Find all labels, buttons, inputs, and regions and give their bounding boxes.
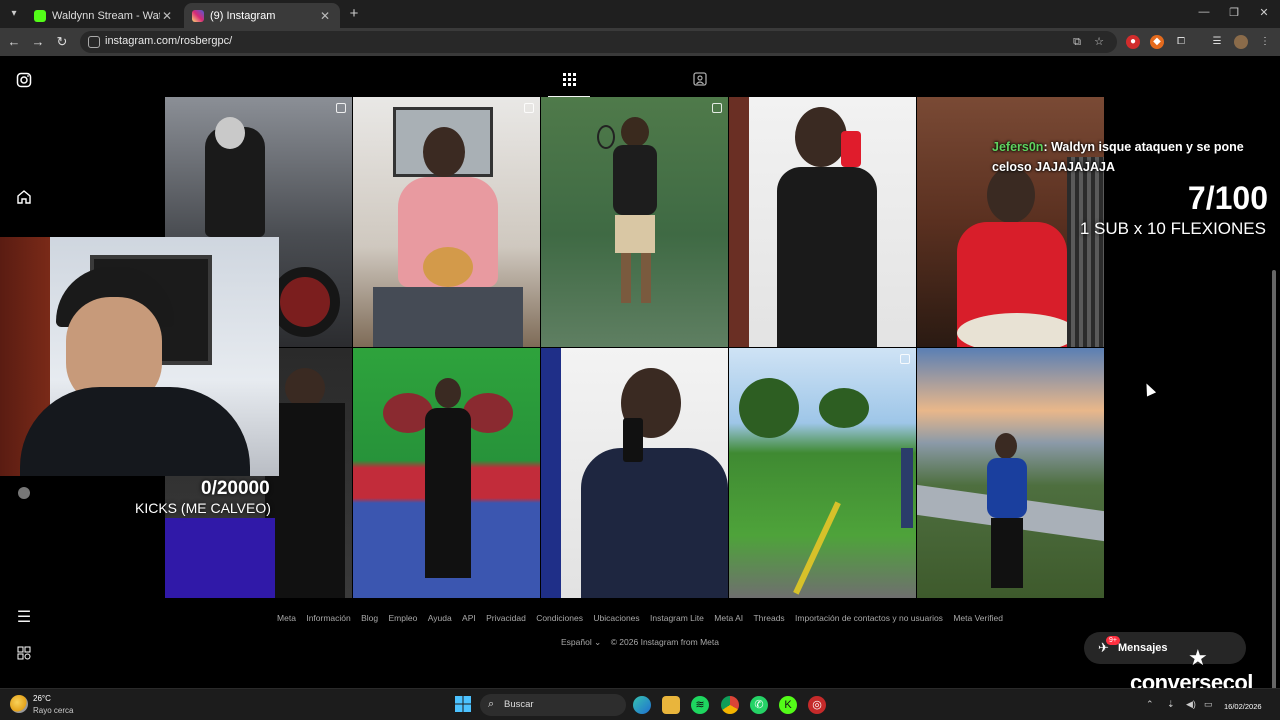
footer-link[interactable]: Ubicaciones xyxy=(593,613,639,623)
profile-avatar-icon[interactable] xyxy=(14,486,34,506)
instagram-logo-icon[interactable] xyxy=(14,72,34,92)
post-pink-shirt-cat[interactable] xyxy=(353,97,540,347)
network-icon[interactable]: ⇣ xyxy=(1167,699,1175,710)
weather-icon[interactable] xyxy=(10,695,28,713)
footer-link[interactable]: Privacidad xyxy=(486,613,526,623)
file-explorer-icon[interactable] xyxy=(662,696,680,714)
sub-goal-label: 1 SUB x 10 FLEXIONES xyxy=(1079,219,1266,238)
taskbar-date[interactable]: 16/02/2026 xyxy=(1224,702,1262,711)
site-info-icon[interactable] xyxy=(88,36,100,48)
extension-red-icon[interactable]: ● xyxy=(1126,35,1140,49)
taskbar-search[interactable]: ⌕ Buscar xyxy=(480,694,626,716)
posts-grid xyxy=(165,97,1104,598)
tab-title: (9) Instagram xyxy=(210,9,276,22)
footer-link[interactable]: Blog xyxy=(361,613,378,623)
carousel-icon xyxy=(524,103,534,113)
brand-star-icon: ★ xyxy=(1188,645,1208,670)
post-mirror-selfie[interactable] xyxy=(729,97,916,347)
bookmark-star-icon[interactable]: ☆ xyxy=(1092,35,1106,49)
scrollbar-thumb[interactable] xyxy=(1272,270,1276,720)
tab-instagram[interactable]: (9) Instagram ✕ xyxy=(184,3,340,28)
instagram-favicon-icon xyxy=(192,9,204,22)
mouse-cursor-icon xyxy=(1141,381,1157,397)
home-icon[interactable] xyxy=(14,189,34,209)
back-icon[interactable]: ← xyxy=(6,34,22,50)
browser-toolbar: ← → ↻ instagram.com/rosbergpc/ ⧉ ☆ ● ◆ ⧠… xyxy=(0,28,1280,56)
sub-goal-counter: 7/100 xyxy=(1187,180,1268,216)
whatsapp-icon[interactable]: ✆ xyxy=(750,696,768,714)
footer-link[interactable]: Meta xyxy=(277,613,296,623)
tagged-tab-icon[interactable] xyxy=(690,72,710,92)
chrome-icon[interactable] xyxy=(721,696,739,714)
battery-icon[interactable]: ▭ xyxy=(1204,699,1213,710)
chevron-down-icon[interactable]: ⌄ xyxy=(594,637,608,647)
tab-title: Waldynn Stream - Watch Live o xyxy=(52,9,160,22)
tray-chevron-icon[interactable]: ⌃ xyxy=(1146,699,1154,710)
minimize-icon[interactable]: — xyxy=(1194,6,1214,18)
browser-tab-bar: ▾ Waldynn Stream - Watch Live o ✕ (9) In… xyxy=(0,0,1280,28)
close-tab-icon[interactable]: ✕ xyxy=(318,9,332,23)
chat-overlay: Jefers0n: Waldyn isque ataquen y se pone… xyxy=(992,137,1262,177)
also-from-meta-icon[interactable] xyxy=(14,646,34,666)
search-placeholder: Buscar xyxy=(504,699,534,710)
post-inflatable[interactable] xyxy=(353,348,540,598)
start-windows-icon[interactable] xyxy=(454,696,472,714)
new-tab-icon[interactable]: + xyxy=(346,6,362,22)
carousel-icon xyxy=(712,103,722,113)
weather-description[interactable]: Rayo cerca xyxy=(33,706,73,715)
weather-temperature[interactable]: 26°C xyxy=(33,694,51,703)
footer-link[interactable]: Condiciones xyxy=(536,613,583,623)
address-bar[interactable]: instagram.com/rosbergpc/ ⧉ ☆ xyxy=(80,31,1117,53)
volume-icon[interactable]: ◀) xyxy=(1186,699,1196,710)
restore-icon[interactable]: ❐ xyxy=(1224,6,1244,19)
page-scrollbar[interactable] xyxy=(1270,60,1278,720)
language-select[interactable]: Español xyxy=(561,637,592,647)
extension-orange-icon[interactable]: ◆ xyxy=(1150,35,1164,49)
edge-icon[interactable] xyxy=(633,696,651,714)
app-icon[interactable]: ◎ xyxy=(808,696,826,714)
streamer-webcam xyxy=(0,237,279,476)
posts-grid-tab-icon[interactable] xyxy=(559,72,579,92)
more-menu-icon[interactable]: ⋮ xyxy=(1258,35,1272,49)
chat-username: Jefers0n xyxy=(992,140,1044,154)
kick-app-icon[interactable]: K xyxy=(779,696,797,714)
footer-link[interactable]: Instagram Lite xyxy=(650,613,704,623)
footer-link[interactable]: API xyxy=(462,613,476,623)
copyright-text: © 2026 Instagram from Meta xyxy=(610,637,719,647)
tab-waldynn-stream[interactable]: Waldynn Stream - Watch Live o ✕ xyxy=(26,3,182,28)
tab-search-icon[interactable]: ☰ xyxy=(1210,35,1224,49)
footer-link[interactable]: Información xyxy=(306,613,350,623)
profile-avatar-icon[interactable] xyxy=(1234,35,1248,49)
carousel-icon xyxy=(900,354,910,364)
forward-icon[interactable]: → xyxy=(30,34,46,50)
footer-link[interactable]: Ayuda xyxy=(428,613,452,623)
kicks-goal-label: KICKS (ME CALVEO) xyxy=(135,500,271,516)
kick-favicon-icon xyxy=(34,9,46,22)
spotify-icon[interactable]: ≋ xyxy=(691,696,709,714)
close-tab-icon[interactable]: ✕ xyxy=(160,9,174,23)
post-phone-selfie[interactable] xyxy=(541,348,728,598)
footer-link[interactable]: Empleo xyxy=(389,613,418,623)
reload-icon[interactable]: ↻ xyxy=(54,34,70,50)
footer-link[interactable]: Meta AI xyxy=(714,613,743,623)
footer-link[interactable]: Meta Verified xyxy=(953,613,1003,623)
tab-search-chevron-icon[interactable]: ▾ xyxy=(6,6,22,22)
cast-icon[interactable]: ⧉ xyxy=(1070,35,1084,49)
url-text[interactable]: instagram.com/rosbergpc/ xyxy=(105,35,232,47)
messages-label: Mensajes xyxy=(1118,642,1168,654)
footer-link[interactable]: Importación de contactos y no usuarios xyxy=(795,613,943,623)
windows-taskbar: 26°C Rayo cerca ⌕ Buscar ≋ ✆ K ◎ ⌃ ⇣ ◀) … xyxy=(0,688,1280,720)
post-tennis-court[interactable] xyxy=(541,97,728,347)
footer-link[interactable]: Threads xyxy=(753,613,784,623)
post-green-valley[interactable] xyxy=(729,348,916,598)
carousel-icon xyxy=(336,103,346,113)
close-window-icon[interactable]: ✕ xyxy=(1254,6,1274,19)
footer-links: Meta Información Blog Empleo Ayuda API P… xyxy=(0,613,1280,623)
kicks-goal-counter: 0/20000 xyxy=(201,478,270,499)
search-icon: ⌕ xyxy=(488,698,495,710)
extensions-puzzle-icon[interactable]: ⧠ xyxy=(1174,35,1188,49)
post-restaurant[interactable] xyxy=(917,97,1104,347)
messages-button[interactable]: ✈ 9+ Mensajes xyxy=(1084,632,1246,664)
post-mountain-view[interactable] xyxy=(917,348,1104,598)
